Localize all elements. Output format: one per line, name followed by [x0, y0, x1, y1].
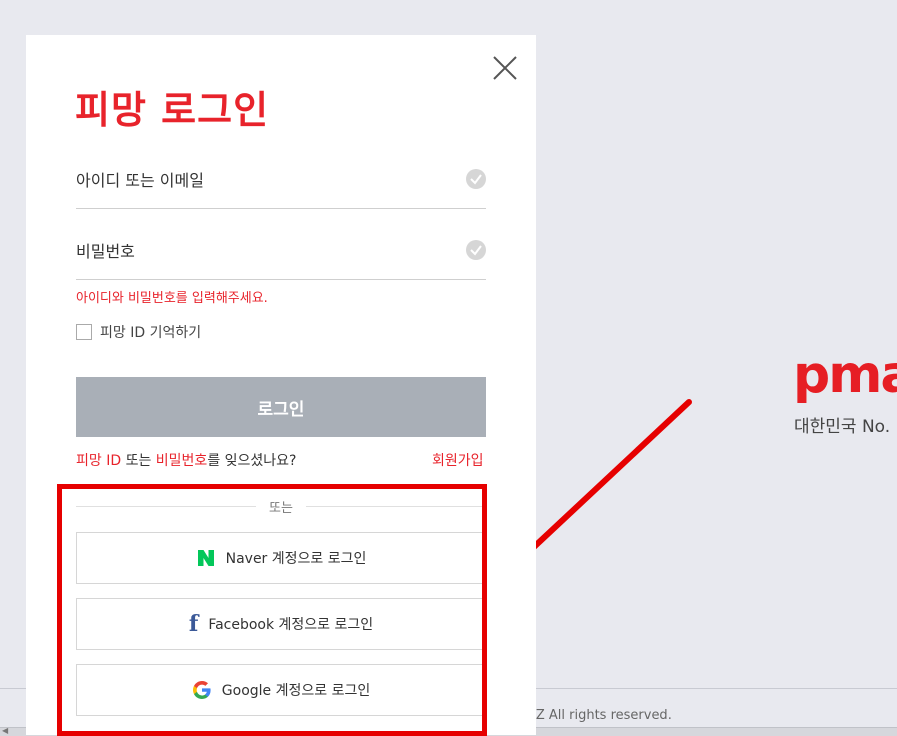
forgot-credentials-text[interactable]: 피망 ID 또는 비밀번호를 잊으셨나요?: [76, 450, 297, 470]
divider-text: 또는: [269, 501, 293, 516]
naver-login-label: Naver 계정으로 로그인: [225, 551, 367, 567]
facebook-login-button[interactable]: f Facebook 계정으로 로그인: [76, 598, 486, 650]
login-button[interactable]: 로그인: [76, 377, 486, 437]
password-input[interactable]: [76, 227, 446, 275]
forgot-password-text: 비밀번호: [155, 453, 208, 469]
naver-login-button[interactable]: Naver 계정으로 로그인: [76, 532, 486, 584]
error-message: 아이디와 비밀번호를 입력해주세요.: [76, 291, 268, 306]
check-icon: [466, 169, 486, 189]
naver-icon: [197, 550, 214, 566]
id-field: [76, 156, 486, 209]
forgot-or-text: 또는: [121, 453, 156, 469]
google-login-label: Google 계정으로 로그인: [221, 683, 371, 699]
remember-id-checkbox[interactable]: 피망 ID 기억하기: [76, 322, 201, 342]
checkbox-icon[interactable]: [76, 324, 92, 340]
id-input[interactable]: [76, 156, 446, 204]
check-icon: [466, 240, 486, 260]
facebook-icon: f: [188, 611, 199, 637]
close-icon[interactable]: [492, 55, 518, 81]
forgot-suffix-text: 를 잊으셨나요?: [207, 453, 297, 469]
remember-id-label: 피망 ID 기억하기: [100, 325, 202, 341]
page-title: 피망 로그인: [75, 88, 270, 132]
facebook-login-label: Facebook 계정으로 로그인: [208, 617, 374, 633]
password-field: [76, 227, 486, 280]
login-modal: 피망 로그인 아이디와 비밀번호를 입력해주세요. 피망 ID 기억하기 로그인…: [26, 35, 536, 735]
or-divider: 또는: [76, 497, 486, 516]
google-icon: [192, 681, 211, 699]
forgot-id-text: 피망 ID: [76, 453, 122, 469]
signup-link[interactable]: 회원가입: [432, 450, 484, 470]
google-login-button[interactable]: Google 계정으로 로그인: [76, 664, 486, 716]
